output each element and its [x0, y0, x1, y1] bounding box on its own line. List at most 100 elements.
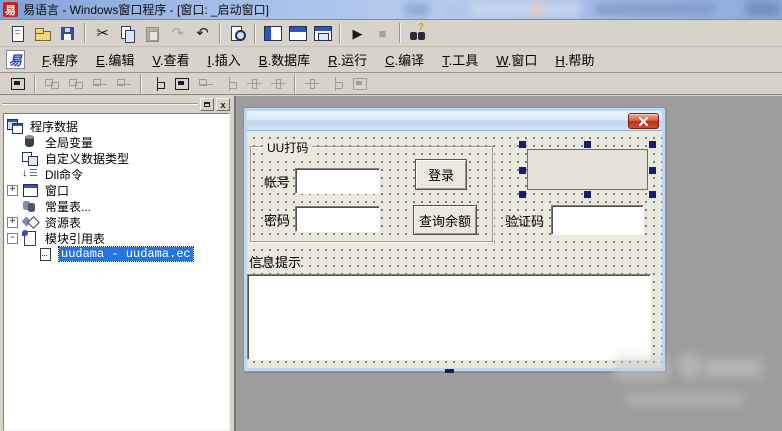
align-top-icon: [92, 77, 108, 91]
menu-program[interactable]: F.程序: [33, 46, 87, 73]
menu-bar: 易 F.程序 E.编辑 V.查看 I.插入 B.数据库 R.运行 C.编译 T.…: [0, 47, 782, 73]
search-in-files-button[interactable]: [405, 21, 430, 45]
tree-item-dll-commands[interactable]: Dll命令: [7, 166, 229, 182]
tree-item-custom-datatypes[interactable]: 自定义数据类型: [7, 150, 229, 166]
uu-dama-groupbox[interactable]: UU打码 帐号 密码 登录 查询余额: [250, 139, 493, 242]
equal-vertical-gap-button[interactable]: [266, 74, 290, 94]
tree-item-windows[interactable]: + 窗口: [7, 182, 229, 198]
selection-handle[interactable]: [519, 141, 526, 148]
align-right-button[interactable]: [64, 74, 88, 94]
menu-label: .编译: [394, 53, 425, 68]
tree-item-constants[interactable]: 常量表...: [7, 198, 229, 214]
layout-left-panel-button[interactable]: [260, 21, 285, 45]
same-width-icon: [304, 77, 320, 91]
layout-top-panel-button[interactable]: [285, 21, 310, 45]
expand-plus-icon[interactable]: +: [7, 184, 18, 196]
undo-button[interactable]: ↶: [190, 21, 215, 45]
account-label: 帐号: [264, 175, 291, 190]
captcha-picture-box-selected[interactable]: [519, 141, 656, 198]
menu-label: .查看: [159, 53, 190, 68]
datatype-icon: [22, 151, 38, 166]
menu-window[interactable]: W.窗口: [487, 46, 546, 73]
menu-run[interactable]: R.运行: [319, 46, 376, 73]
designed-form-titlebar[interactable]: [247, 111, 662, 131]
menu-label: .编辑: [104, 53, 135, 68]
form-designer-button[interactable]: [6, 74, 30, 94]
selection-handle[interactable]: [519, 167, 526, 174]
check-balance-button[interactable]: 查询余额: [413, 205, 477, 235]
password-input[interactable]: [295, 206, 380, 232]
menu-help[interactable]: H.帮助: [546, 46, 603, 73]
equal-horizontal-gap-icon: [246, 77, 262, 91]
panel-close-button[interactable]: x: [216, 98, 230, 111]
same-height-button[interactable]: [324, 74, 348, 94]
layout-split-panel-button[interactable]: [310, 21, 335, 45]
expand-plus-icon[interactable]: +: [7, 216, 18, 228]
menu-insert[interactable]: I.插入: [199, 46, 250, 73]
menu-hotkey: H: [555, 53, 565, 68]
groupbox-title: UU打码: [263, 139, 313, 156]
cut-button[interactable]: ✂: [90, 21, 115, 45]
designed-form-body[interactable]: UU打码 帐号 密码 登录 查询余额 验证码 信息提示: [247, 131, 662, 368]
equal-vertical-gap-icon: [270, 77, 286, 91]
save-button[interactable]: [55, 21, 80, 45]
same-size-button[interactable]: [348, 74, 372, 94]
redo-button[interactable]: ↷: [165, 21, 190, 45]
selection-handle[interactable]: [649, 191, 656, 198]
resources-icon: [22, 215, 38, 229]
selection-handle[interactable]: [519, 191, 526, 198]
align-bottom-button[interactable]: [112, 74, 136, 94]
panel-restore-button[interactable]: [200, 98, 214, 111]
center-vertical-button[interactable]: [170, 74, 194, 94]
captcha-input[interactable]: [551, 205, 644, 235]
selection-handle[interactable]: [584, 191, 591, 198]
tree-item-label: 全局变量: [45, 135, 94, 150]
space-down-button[interactable]: [218, 74, 242, 94]
form-resize-grip[interactable]: [445, 369, 454, 373]
selection-handle[interactable]: [584, 141, 591, 148]
find-button[interactable]: [225, 21, 250, 45]
project-panel-header: x: [0, 96, 234, 113]
menu-compile[interactable]: C.编译: [376, 46, 433, 73]
window-icon: [22, 183, 38, 197]
form-designer-surface: UU打码 帐号 密码 登录 查询余额 验证码 信息提示: [234, 96, 782, 431]
close-x-icon: x: [220, 99, 226, 110]
login-button[interactable]: 登录: [415, 159, 467, 190]
selection-handle[interactable]: [649, 167, 656, 174]
align-top-button[interactable]: [88, 74, 112, 94]
copy-button[interactable]: [115, 21, 140, 45]
binoculars-icon: [409, 22, 426, 42]
new-file-button[interactable]: [5, 21, 30, 45]
menu-logo-icon: 易: [6, 50, 25, 69]
open-file-button[interactable]: [30, 21, 55, 45]
collapse-minus-icon[interactable]: -: [7, 232, 18, 244]
selection-handle[interactable]: [649, 141, 656, 148]
tree-item-uudama-module[interactable]: uudama - uudama.ec: [7, 246, 229, 262]
toolbar-separator: [254, 23, 256, 43]
tree-item-global-variables[interactable]: 全局变量: [7, 134, 229, 150]
center-horizontal-icon: [150, 76, 166, 91]
stop-button[interactable]: ■: [370, 21, 395, 45]
equal-horizontal-gap-button[interactable]: [242, 74, 266, 94]
menu-view[interactable]: V.查看: [143, 46, 198, 73]
menu-tools[interactable]: T.工具: [433, 46, 487, 73]
center-horizontal-button[interactable]: [146, 74, 170, 94]
tree-root[interactable]: 程序数据: [7, 118, 229, 134]
designed-form-window[interactable]: UU打码 帐号 密码 登录 查询余额 验证码 信息提示: [243, 107, 666, 373]
account-input[interactable]: [295, 168, 380, 194]
toolbar-separator: [339, 23, 341, 43]
panel-grip[interactable]: [2, 103, 198, 105]
tree-item-module-references[interactable]: - 模块引用表: [7, 230, 229, 246]
info-output-box[interactable]: [247, 274, 651, 360]
paste-button[interactable]: [140, 21, 165, 45]
align-left-button[interactable]: [40, 74, 64, 94]
tree-item-resources[interactable]: + 资源表: [7, 214, 229, 230]
designed-form-close-button[interactable]: [628, 113, 659, 129]
menu-label: .插入: [211, 53, 241, 68]
space-across-button[interactable]: [194, 74, 218, 94]
same-width-button[interactable]: [300, 74, 324, 94]
menu-edit[interactable]: E.编辑: [87, 46, 143, 73]
run-button[interactable]: ▶: [345, 21, 370, 45]
menu-database[interactable]: B.数据库: [250, 46, 319, 73]
layout-split-icon: [313, 25, 332, 41]
